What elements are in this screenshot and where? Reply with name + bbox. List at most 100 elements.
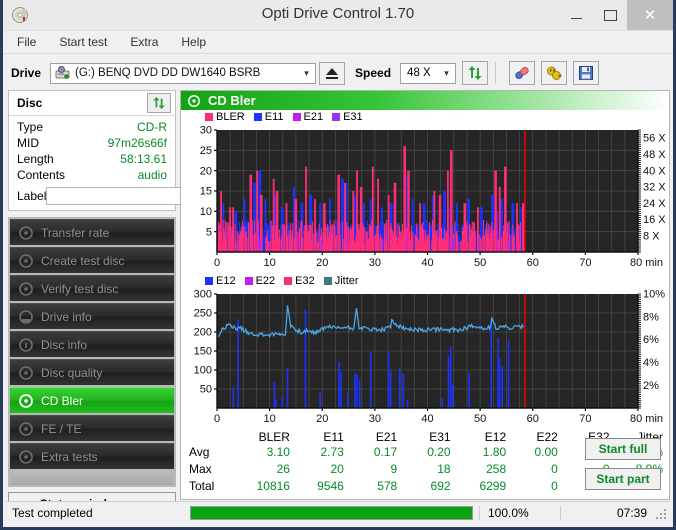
chevron-down-icon[interactable]: ▾ — [438, 64, 455, 83]
svg-text:150: 150 — [194, 346, 212, 358]
floppy-save-icon — [579, 66, 594, 80]
stats-cell: 0 — [551, 462, 558, 476]
sidebar-item-label: Transfer rate — [41, 225, 110, 240]
jitter-chart[interactable]: 50 100 150 200 250 300 2% 4% 6% 8% 10% 0 10 20 30 40 50 6… — [181, 288, 669, 428]
sidebar-item-fe-te[interactable]: FE / TE — [10, 415, 174, 441]
disc-value-contents: audio — [137, 168, 167, 182]
menu-file[interactable]: File — [15, 33, 38, 51]
sidebar-item-drive-info[interactable]: Drive info — [10, 303, 174, 329]
disc-info-icon — [18, 337, 34, 353]
chevron-down-icon[interactable]: ▾ — [298, 64, 315, 83]
progress-fill — [191, 507, 472, 519]
disc-panel-title: Disc — [17, 96, 43, 110]
disc-row-mid: MID 97m26s66f — [17, 135, 167, 151]
svg-text:4%: 4% — [643, 357, 659, 369]
disc-write-icon — [18, 253, 34, 269]
sidebar-item-label: Extra tests — [41, 449, 98, 464]
svg-text:70: 70 — [579, 257, 591, 269]
svg-text:100: 100 — [194, 365, 212, 377]
extra-tests-icon — [18, 449, 34, 465]
speed-label: Speed — [355, 66, 392, 80]
svg-text:16 X: 16 X — [643, 214, 666, 226]
maximize-button[interactable] — [593, 0, 627, 30]
svg-text:30: 30 — [369, 413, 381, 425]
svg-text:2%: 2% — [643, 380, 659, 392]
fe-te-icon — [18, 421, 34, 437]
sidebar-item-extra-tests[interactable]: Extra tests — [10, 443, 174, 469]
progress-bar — [190, 506, 473, 520]
status-text: Test completed — [12, 506, 93, 520]
svg-text:10: 10 — [264, 257, 276, 269]
stats-cell: 0.20 — [427, 445, 451, 459]
main-panel: CD Bler BLER E11 E21 E31 5 10 15 20 25 30 8 X 1… — [180, 90, 670, 500]
stats-row-label-avg: Avg — [189, 445, 210, 459]
menu-start-test[interactable]: Start test — [57, 33, 109, 51]
speed-select[interactable]: 48 X ▾ — [400, 62, 457, 84]
svg-text:60: 60 — [527, 257, 539, 269]
sidebar-item-create-test-disc[interactable]: Create test disc — [10, 247, 174, 273]
menu-extra[interactable]: Extra — [128, 33, 160, 51]
stats-row-label-total: Total — [189, 479, 215, 493]
refresh-button[interactable] — [462, 61, 489, 85]
title-bar: Opti Drive Control 1.70 ✕ — [3, 0, 673, 31]
sidebar-item-label: Disc quality — [41, 365, 103, 380]
menu-bar: File Start test Extra Help — [3, 31, 673, 54]
sidebar-item-label: Create test disc — [41, 253, 125, 268]
start-full-button[interactable]: Start full — [585, 438, 661, 460]
svg-text:8%: 8% — [643, 311, 659, 323]
legend-label: E31 — [343, 111, 363, 123]
legend-e12: E12 — [205, 275, 236, 287]
stats-col-e31: E31 — [429, 430, 451, 444]
disc-refresh-button[interactable] — [147, 93, 171, 113]
resize-grip-icon[interactable] — [653, 506, 667, 520]
menu-help[interactable]: Help — [179, 33, 208, 51]
elapsed-time: 07:39 — [560, 506, 653, 520]
disc-properties: Type CD-R MID 97m26s66f Length 58:13.61 … — [9, 116, 250, 210]
legend-swatch — [244, 277, 253, 285]
close-button[interactable]: ✕ — [627, 0, 673, 30]
sidebar-item-transfer-rate[interactable]: Transfer rate — [10, 219, 174, 245]
eject-button[interactable] — [319, 61, 346, 85]
sidebar-item-disc-quality[interactable]: Disc quality — [10, 359, 174, 385]
start-part-button[interactable]: Start part — [585, 468, 661, 490]
disc-row-type: Type CD-R — [17, 119, 167, 135]
stats-cell: 0.00 — [534, 445, 558, 459]
legend-label: E12 — [216, 275, 236, 287]
legend-swatch — [323, 277, 332, 285]
stats-cell: 20 — [330, 462, 344, 476]
stats-cell: 0 — [551, 479, 558, 493]
stats-cell: 3.10 — [266, 445, 290, 459]
stats-col-e22: E22 — [536, 430, 558, 444]
capsule-icon — [515, 67, 529, 79]
disc-value-mid: 97m26s66f — [107, 136, 167, 150]
legend-swatch — [292, 113, 301, 121]
error-chart-legend: BLER E11 E21 E31 — [181, 110, 669, 124]
speed-value: 48 X — [407, 67, 431, 79]
svg-text:40: 40 — [421, 413, 433, 425]
sidebar: Disc Type CD-R MID 97m26s66f Length 58:1… — [8, 90, 250, 516]
stats-cell: 2.73 — [320, 445, 344, 459]
capsule-button[interactable] — [509, 61, 536, 85]
sidebar-item-verify-test-disc[interactable]: Verify test disc — [10, 275, 174, 301]
svg-text:80 min: 80 min — [630, 413, 663, 425]
svg-text:48 X: 48 X — [643, 149, 666, 161]
drive-select[interactable]: (G:) BENQ DVD DD DW1640 BSRB ▾ — [50, 62, 317, 84]
disc-key-length: Length — [17, 152, 54, 166]
save-button[interactable] — [573, 61, 600, 85]
legend-swatch — [253, 113, 262, 121]
drive-value: (G:) BENQ DVD DD DW1640 BSRB — [75, 67, 261, 79]
svg-text:20: 20 — [316, 413, 328, 425]
nav-filler — [10, 471, 174, 485]
stats-cell: 6299 — [479, 479, 507, 493]
stats-cell: 258 — [486, 462, 507, 476]
plug-button[interactable] — [541, 61, 568, 85]
stats-cell: 10816 — [256, 479, 290, 493]
sidebar-item-cd-bler[interactable]: CD Bler — [10, 387, 174, 413]
svg-text:50: 50 — [200, 384, 212, 396]
svg-text:56 X: 56 X — [643, 133, 666, 145]
minimize-button[interactable] — [559, 0, 593, 30]
disc-panel: Disc Type CD-R MID 97m26s66f Length 58:1… — [8, 90, 250, 211]
error-chart[interactable]: 5 10 15 20 25 30 8 X 16 X 24 X 32 X 40 X 48 X 56 X 0 1… — [181, 124, 669, 272]
svg-text:70: 70 — [579, 413, 591, 425]
sidebar-item-disc-info[interactable]: Disc info — [10, 331, 174, 357]
